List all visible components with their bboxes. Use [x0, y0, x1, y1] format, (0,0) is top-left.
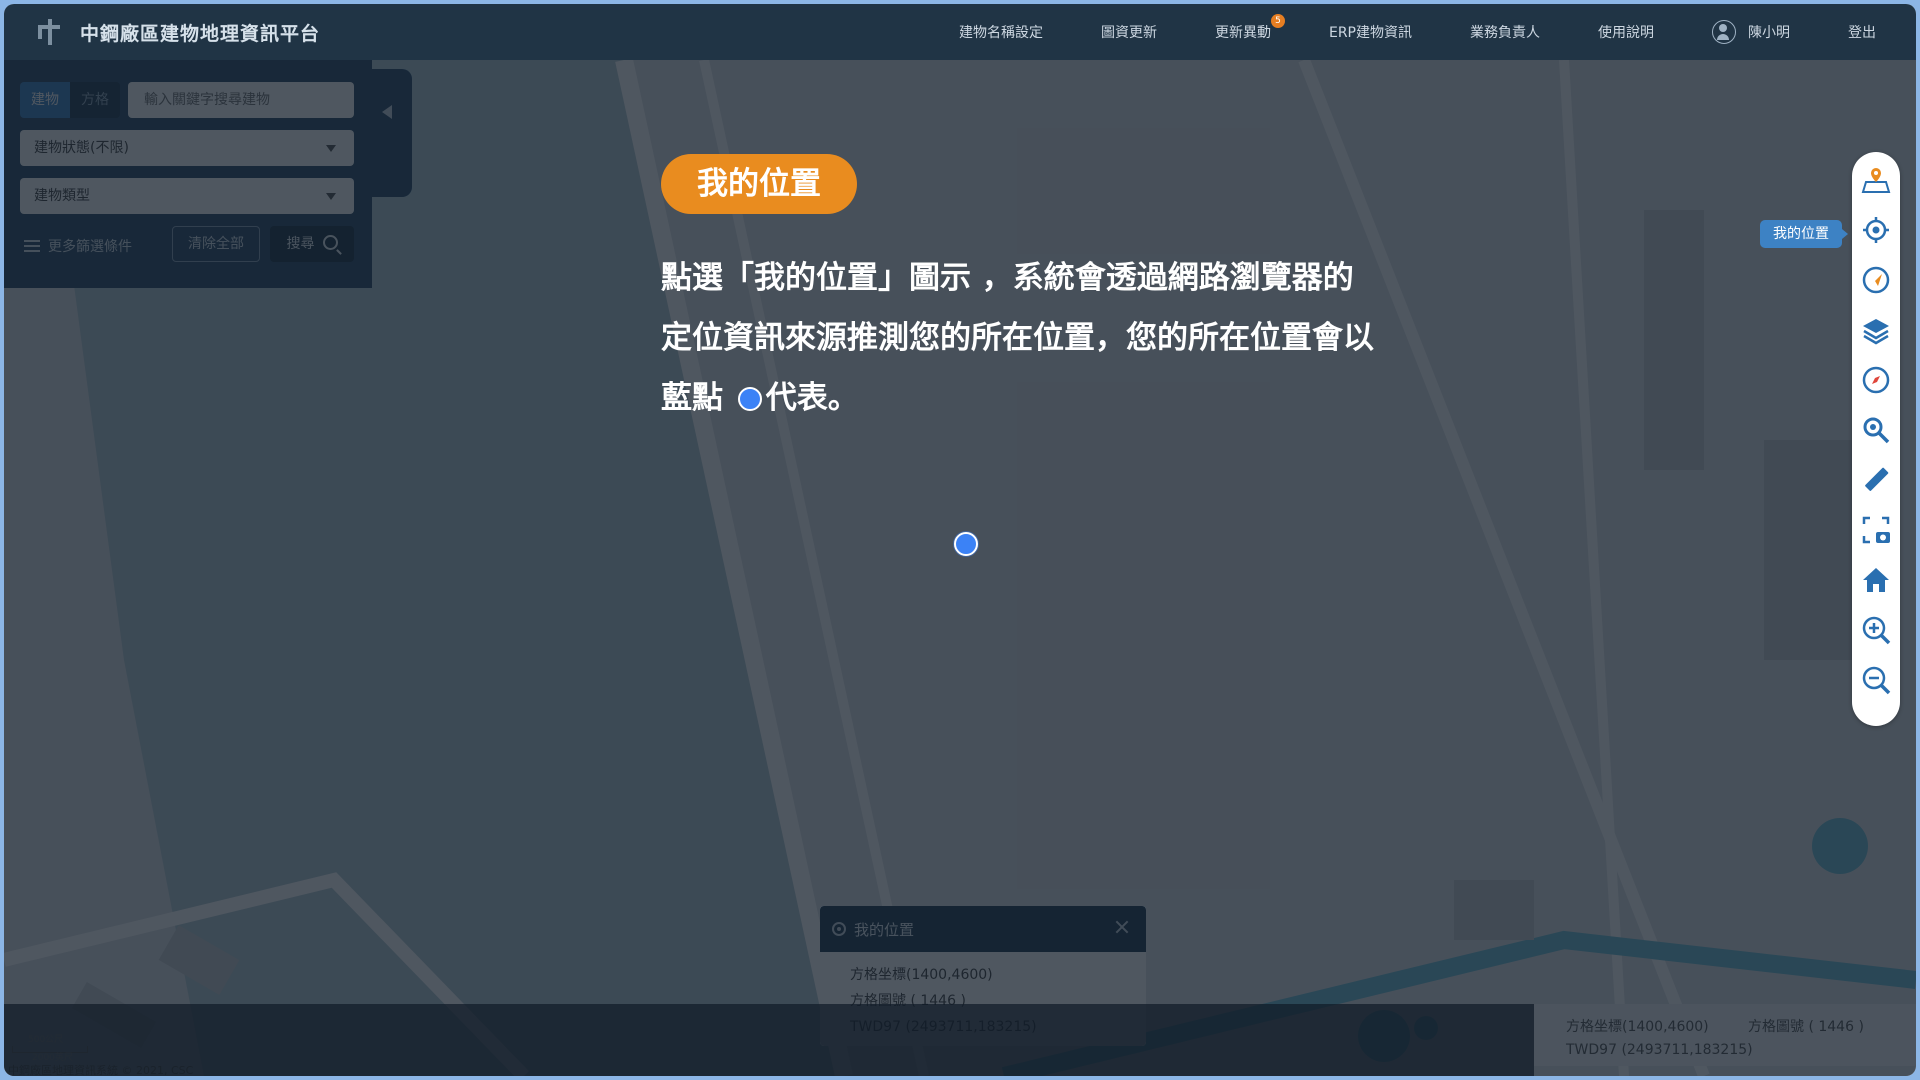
status-grid-number: 方格圖號 ( 1446 )	[1748, 1019, 1864, 1035]
road	[1559, 60, 1629, 1076]
collapse-panel-button[interactable]	[372, 69, 412, 197]
notification-badge: 5	[1270, 14, 1285, 28]
search-button-label: 搜尋	[286, 236, 315, 252]
building-type-value: 建物類型	[34, 188, 90, 204]
user-icon	[1712, 20, 1736, 44]
zoom-out-icon[interactable]	[1860, 664, 1892, 696]
building-type-select[interactable]: 建物類型	[20, 178, 354, 214]
zoom-in-icon[interactable]	[1860, 614, 1892, 646]
chevron-left-icon	[382, 105, 392, 119]
crosshair-icon	[832, 922, 846, 936]
nav-update-changes-label: 更新異動	[1214, 25, 1271, 41]
tab-building[interactable]: 建物	[20, 82, 70, 118]
popup-twd97: TWD97 (2493711,183215)	[850, 1019, 1037, 1035]
app-header: 中鋼廠區建物地理資訊平台 建物名稱設定 圖資更新 更新異動 5 ERP建物資訊 …	[4, 4, 1916, 60]
my-location-icon[interactable]	[1860, 214, 1892, 246]
nav-building-name-settings[interactable]: 建物名稱設定	[959, 22, 1043, 42]
app-window: 中鋼廠區建物地理資訊平台 建物名稱設定 圖資更新 更新異動 5 ERP建物資訊 …	[4, 4, 1916, 1076]
more-filters-label: 更多篩選條件	[48, 239, 132, 255]
popup-grid-coordinate: 方格坐標(1400,4600)	[850, 967, 993, 983]
building-status-value: 建物狀態(不限)	[34, 140, 129, 156]
tutorial-line-1: 點選「我的位置」圖示 ，系統會透過網路瀏覽器的	[661, 260, 1354, 296]
location-popup: 我的位置 方格坐標(1400,4600) 方格圖號 ( 1446 ) TWD97…	[820, 906, 1146, 1046]
popup-title: 我的位置	[854, 920, 915, 939]
tank	[1414, 1016, 1438, 1040]
tank	[1812, 818, 1868, 874]
clear-all-button[interactable]: 清除全部	[172, 226, 260, 262]
popup-grid-number: 方格圖號 ( 1446 )	[850, 993, 966, 1009]
filter-icon	[24, 240, 40, 252]
tutorial-text: 點選「我的位置」圖示 ，系統會透過網路瀏覽器的 定位資訊來源推測您的所在位置，您…	[661, 248, 1461, 428]
compass-icon[interactable]	[1860, 364, 1892, 396]
chevron-down-icon	[326, 145, 336, 152]
nav-erp-building-info[interactable]: ERP建物資訊	[1329, 22, 1412, 42]
building	[1644, 210, 1704, 470]
search-icon	[322, 235, 338, 250]
scale-metric: 500公尺	[28, 1035, 64, 1045]
tutorial-line-2: 定位資訊來源推測您的所在位置，您的所在位置會以	[661, 320, 1374, 356]
navigation-icon[interactable]	[1860, 264, 1892, 296]
nav-update-changes[interactable]: 更新異動 5	[1214, 14, 1285, 42]
tab-overlay	[372, 69, 412, 197]
blue-dot-icon	[737, 387, 762, 411]
tutorial-title: 我的位置	[661, 154, 857, 214]
chevron-down-icon	[326, 193, 336, 200]
popup-header: 我的位置	[820, 906, 1146, 952]
tutorial-line-3b: 代表。	[765, 380, 859, 416]
search-button[interactable]: 搜尋	[270, 226, 354, 262]
home-icon[interactable]	[1860, 564, 1892, 596]
building	[71, 982, 157, 1048]
user-menu[interactable]: 陳小明	[1712, 20, 1790, 44]
nav-map-update[interactable]: 圖資更新	[1101, 22, 1157, 42]
map-toolbar	[1852, 152, 1900, 726]
logo-icon	[38, 19, 60, 45]
search-panel: 建物 方格 建物狀態(不限) 建物類型 更多篩選條件 清除全部 搜尋	[4, 60, 372, 288]
popup-body: 方格坐標(1400,4600) 方格圖號 ( 1446 ) TWD97 (249…	[820, 952, 1146, 1046]
current-location-marker[interactable]	[954, 532, 978, 556]
building	[1454, 880, 1534, 940]
my-location-tooltip: 我的位置	[1760, 220, 1848, 248]
status-twd97: TWD97 (2493711,183215)	[1566, 1042, 1753, 1058]
close-icon[interactable]	[1114, 919, 1130, 935]
tank	[1358, 1010, 1410, 1062]
app-title: 中鋼廠區建物地理資訊平台	[80, 22, 321, 45]
zoom-search-icon[interactable]	[1860, 414, 1892, 446]
coordinate-status: 方格坐標(1400,4600) 方格圖號 ( 1446 ) TWD97 (249…	[1534, 1004, 1916, 1066]
brand[interactable]: 中鋼廠區建物地理資訊平台	[32, 15, 320, 49]
ruler-icon[interactable]	[1860, 464, 1892, 496]
more-filters-button[interactable]: 更多篩選條件	[24, 236, 132, 256]
nav-user-guide[interactable]: 使用說明	[1598, 22, 1654, 42]
tutorial-line-3: 藍點 代表。	[661, 368, 1461, 428]
user-name: 陳小明	[1748, 25, 1790, 41]
tutorial-line-3a: 藍點	[661, 380, 723, 416]
logout-link[interactable]: 登出	[1848, 22, 1876, 42]
map-pin-icon[interactable]	[1860, 164, 1892, 196]
building-status-select[interactable]: 建物狀態(不限)	[20, 130, 354, 166]
tab-grid[interactable]: 方格	[70, 82, 120, 118]
main-nav: 建物名稱設定 圖資更新 更新異動 5 ERP建物資訊 業務負責人 使用說明 陳小…	[959, 4, 1876, 60]
building	[1764, 440, 1854, 660]
copyright-text: 中鋼廠區地理資訊系統 © 2021, CSC	[8, 1064, 194, 1076]
layers-icon[interactable]	[1860, 314, 1892, 346]
status-grid-coordinate: 方格坐標(1400,4600)	[1566, 1019, 1709, 1035]
nav-business-owner[interactable]: 業務負責人	[1470, 22, 1540, 42]
keyword-search-input[interactable]	[128, 82, 354, 118]
search-mode-toggle: 建物 方格	[20, 82, 120, 118]
screenshot-icon[interactable]	[1860, 514, 1892, 546]
